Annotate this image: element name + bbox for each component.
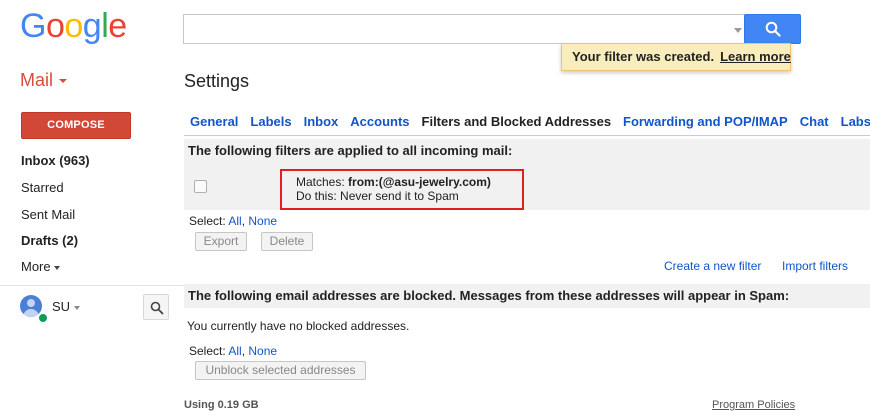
online-status-icon (38, 313, 48, 323)
tabs-divider (184, 135, 870, 136)
chevron-down-icon[interactable] (59, 79, 67, 83)
filter-created-toast: Your filter was created. Learn more (561, 43, 791, 71)
select-all-link[interactable]: All (228, 344, 241, 358)
tab-inbox[interactable]: Inbox (298, 112, 345, 132)
chevron-down-icon (53, 265, 60, 270)
select-label: Select: (189, 214, 226, 228)
tab-forwarding-pop-imap[interactable]: Forwarding and POP/IMAP (617, 112, 794, 132)
sidebar-divider (0, 285, 184, 286)
tab-chat[interactable]: Chat (794, 112, 835, 132)
logo-letter-2: o (45, 7, 65, 45)
filter-select-checkbox[interactable] (194, 180, 207, 193)
search-icon (765, 21, 781, 37)
program-policies-link[interactable]: Program Policies (712, 399, 795, 411)
search-icon (150, 301, 164, 315)
blocked-select-controls: Select: All, None (189, 344, 278, 358)
logo-letter-3: o (64, 7, 83, 45)
logo-letter-1: G (20, 7, 46, 45)
select-none-link[interactable]: None (248, 344, 277, 358)
sidebar-item-more[interactable]: More (21, 259, 60, 274)
chevron-down-icon[interactable] (74, 306, 80, 310)
learn-more-link[interactable]: Learn more (720, 49, 791, 64)
select-all-link[interactable]: All (228, 214, 241, 228)
tab-labs[interactable]: Labs (835, 112, 870, 132)
create-new-filter-link[interactable]: Create a new filter (664, 259, 761, 273)
tab-general[interactable]: General (184, 112, 244, 132)
sidebar-item-drafts[interactable]: Drafts (2) (21, 233, 78, 248)
sidebar-item-sent-mail[interactable]: Sent Mail (21, 207, 75, 222)
tab-labels[interactable]: Labels (244, 112, 297, 132)
toast-message: Your filter was created. (572, 49, 715, 64)
no-blocked-addresses-text: You currently have no blocked addresses. (187, 319, 410, 333)
export-button[interactable]: Export (195, 232, 247, 251)
blocked-section-header: The following email addresses are blocke… (184, 284, 870, 308)
search-input[interactable] (183, 14, 752, 44)
filters-section-header: The following filters are applied to all… (184, 139, 870, 163)
sidebar-item-starred[interactable]: Starred (21, 180, 64, 195)
settings-tabs: General Labels Inbox Accounts Filters and Bl… (184, 112, 870, 132)
delete-button[interactable]: Delete (261, 232, 313, 251)
chat-user-name[interactable]: SU (52, 299, 70, 314)
select-label: Select: (189, 344, 226, 358)
tab-filters-and-blocked-addresses[interactable]: Filters and Blocked Addresses (416, 112, 618, 132)
page-title: Settings (184, 71, 250, 91)
filters-select-controls: Select: All, None (189, 214, 278, 228)
mail-app-switcher[interactable]: Mail (20, 70, 53, 91)
logo-letter-5: l (101, 7, 109, 45)
compose-button[interactable]: COMPOSE (21, 112, 131, 139)
logo-letter-6: e (108, 7, 127, 45)
sidebar-item-inbox[interactable]: Inbox (963) (21, 153, 90, 168)
select-none-link[interactable]: None (248, 214, 277, 228)
logo-letter-4: g (82, 7, 102, 45)
sidebar-more-label: More (21, 259, 51, 274)
search-options-dropdown-icon[interactable] (734, 28, 742, 33)
annotation-highlight-box (280, 169, 524, 210)
unblock-selected-button[interactable]: Unblock selected addresses (195, 361, 366, 380)
import-filters-link[interactable]: Import filters (782, 259, 848, 273)
tab-accounts[interactable]: Accounts (344, 112, 415, 132)
storage-usage: Using 0.19 GB (184, 399, 259, 411)
search-button[interactable] (744, 14, 801, 44)
chat-search-button[interactable] (143, 294, 169, 320)
google-logo[interactable]: Google (20, 8, 127, 44)
